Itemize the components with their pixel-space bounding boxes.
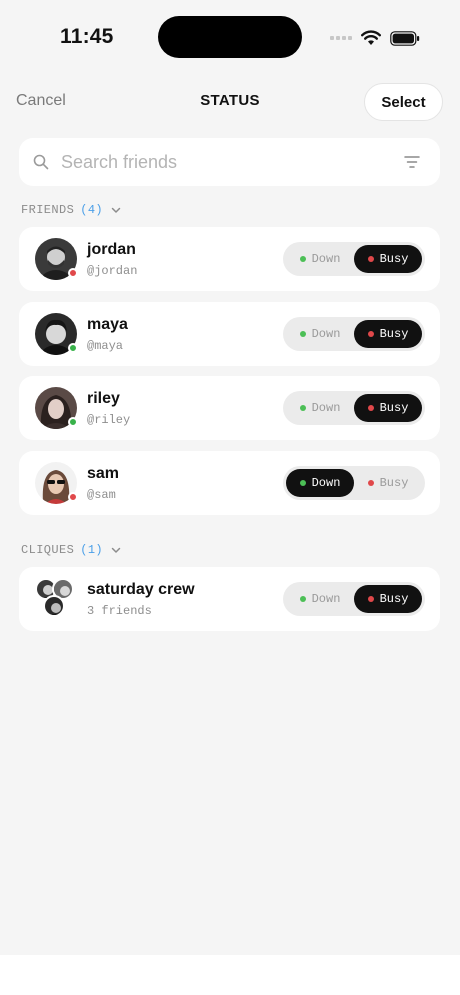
green-dot-icon	[299, 405, 306, 411]
status-toggle: Down Busy	[283, 582, 425, 616]
green-dot-icon	[299, 596, 306, 602]
down-label: Down	[311, 327, 341, 341]
busy-option[interactable]: Busy	[354, 394, 422, 422]
cancel-button[interactable]: Cancel	[16, 92, 66, 110]
filter-icon[interactable]	[404, 155, 420, 169]
green-dot-icon	[299, 256, 306, 262]
status-screen: 11:45 Cancel STATUS Select FRIEND	[0, 0, 460, 955]
avatar	[35, 238, 78, 280]
down-option[interactable]: Down	[286, 320, 354, 348]
wifi-icon	[361, 30, 381, 45]
status-toggle: Down Busy	[283, 466, 425, 500]
busy-label: Busy	[379, 252, 409, 266]
friend-card-riley[interactable]: riley @riley Down Busy	[19, 376, 440, 440]
green-dot-icon	[299, 480, 306, 486]
down-label: Down	[311, 476, 341, 490]
cellular-signal-icon	[330, 36, 352, 40]
friend-name: maya	[87, 316, 128, 333]
busy-label: Busy	[379, 401, 409, 415]
group-avatar	[35, 578, 79, 622]
friend-name: sam	[87, 465, 120, 482]
presence-indicator	[68, 268, 78, 278]
clique-name: saturday crew	[87, 581, 195, 598]
friend-name: riley	[87, 390, 120, 407]
busy-option[interactable]: Busy	[354, 469, 422, 497]
friends-section-header[interactable]: FRIENDS (4)	[21, 203, 121, 217]
clique-subtitle: 3 friends	[87, 604, 152, 618]
status-icons	[330, 28, 420, 48]
avatar	[35, 462, 78, 504]
red-dot-icon	[367, 331, 374, 337]
bottom-strip	[0, 955, 460, 995]
presence-indicator	[68, 492, 78, 502]
friend-handle: @jordan	[87, 264, 138, 278]
status-time: 11:45	[60, 25, 114, 48]
chevron-down-icon	[111, 547, 121, 553]
busy-option[interactable]: Busy	[354, 320, 422, 348]
friend-handle: @riley	[87, 413, 131, 427]
busy-label: Busy	[379, 327, 409, 341]
friend-card-jordan[interactable]: jordan @jordan Down Busy	[19, 227, 440, 291]
cliques-section-header[interactable]: CLIQUES (1)	[21, 543, 121, 557]
cliques-section-count: (1)	[80, 543, 104, 557]
chevron-down-icon	[111, 207, 121, 213]
down-option[interactable]: Down	[286, 245, 354, 273]
cliques-section-label: CLIQUES	[21, 543, 75, 557]
presence-indicator	[68, 417, 78, 427]
presence-indicator	[68, 343, 78, 353]
avatar	[35, 387, 78, 429]
down-label: Down	[311, 252, 341, 266]
friends-section-count: (4)	[80, 203, 104, 217]
busy-option[interactable]: Busy	[354, 585, 422, 613]
friends-section-label: FRIENDS	[21, 203, 75, 217]
clique-card-saturday-crew[interactable]: saturday crew 3 friends Down Busy	[19, 567, 440, 631]
busy-option[interactable]: Busy	[354, 245, 422, 273]
select-button[interactable]: Select	[364, 83, 443, 121]
search-icon	[33, 154, 49, 170]
friend-card-maya[interactable]: maya @maya Down Busy	[19, 302, 440, 366]
friend-handle: @sam	[87, 488, 116, 502]
search-input[interactable]	[61, 148, 381, 176]
friend-card-sam[interactable]: sam @sam Down Busy	[19, 451, 440, 515]
status-toggle: Down Busy	[283, 317, 425, 351]
avatar	[35, 313, 78, 355]
down-label: Down	[311, 401, 341, 415]
red-dot-icon	[367, 256, 374, 262]
member-avatar	[43, 595, 65, 617]
friend-name: jordan	[87, 241, 136, 258]
friend-handle: @maya	[87, 339, 124, 353]
down-option[interactable]: Down	[286, 394, 354, 422]
red-dot-icon	[367, 405, 374, 411]
down-option[interactable]: Down	[286, 469, 354, 497]
red-dot-icon	[367, 480, 374, 486]
down-label: Down	[311, 592, 341, 606]
red-dot-icon	[367, 596, 374, 602]
green-dot-icon	[299, 331, 306, 337]
status-toggle: Down Busy	[283, 242, 425, 276]
down-option[interactable]: Down	[286, 585, 354, 613]
dynamic-island	[158, 16, 302, 58]
status-toggle: Down Busy	[283, 391, 425, 425]
busy-label: Busy	[379, 476, 409, 490]
battery-icon	[390, 30, 420, 46]
busy-label: Busy	[379, 592, 409, 606]
search-bar[interactable]	[19, 138, 440, 186]
